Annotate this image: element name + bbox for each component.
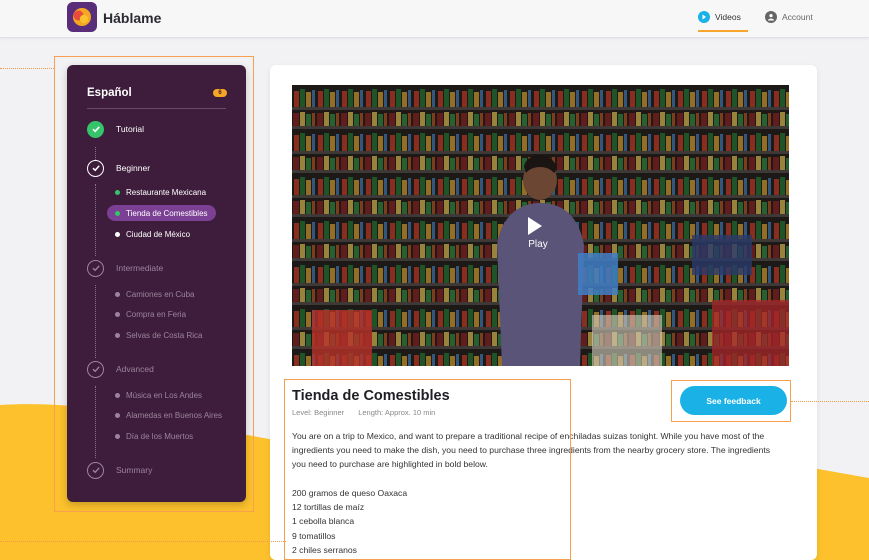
ingredient-item: 200 gramos de queso Oaxaca: [292, 488, 408, 498]
lesson-item-label: Selvas de Costa Rica: [126, 330, 203, 340]
top-navigation-bar: Háblame Videos Account: [0, 0, 869, 38]
incomplete-dot-icon: [115, 231, 120, 237]
lesson-item-label: Compra en Feria: [126, 309, 187, 319]
check-circle-icon: [87, 461, 104, 479]
step-label: Intermediate: [116, 263, 164, 273]
annotation-leader-line: [791, 401, 869, 402]
lesson-video-player[interactable]: Play: [292, 85, 789, 366]
check-circle-icon: [87, 120, 104, 138]
step-label: Advanced: [116, 364, 154, 374]
lesson-item-label: Camiones en Cuba: [126, 289, 195, 299]
lesson-description: You are on a trip to Mexico, and want to…: [292, 431, 771, 469]
lesson-item-label: Música en Los Andes: [126, 390, 203, 400]
ingredient-list: 200 gramos de queso Oaxaca 12 tortillas …: [292, 486, 407, 557]
step-advanced[interactable]: Advanced: [87, 360, 154, 378]
lesson-item[interactable]: Música en Los Andes: [107, 387, 210, 403]
nav-account-label: Account: [782, 12, 813, 22]
ingredient-item: 2 chiles serranos: [292, 544, 357, 555]
step-beginner[interactable]: Beginner: [87, 159, 150, 177]
locked-dot-icon: [115, 412, 120, 418]
lesson-item[interactable]: Día de los Muertos: [107, 428, 201, 444]
step-summary[interactable]: Summary: [87, 461, 152, 479]
step-connector: [95, 285, 96, 358]
course-progress-sidebar: Español 6 Tutorial Beginner Restaurante …: [67, 65, 246, 502]
step-label: Beginner: [116, 163, 151, 173]
locked-dot-icon: [115, 433, 120, 439]
step-label: Summary: [116, 465, 153, 475]
ingredient-item: 12 tortillas de maíz: [292, 502, 365, 513]
nav-videos[interactable]: Videos: [698, 10, 741, 24]
check-circle-icon: [87, 360, 104, 378]
app-logo[interactable]: [67, 2, 97, 32]
annotation-leader-line: [0, 68, 54, 69]
lesson-item[interactable]: Selvas de Costa Rica: [107, 327, 210, 343]
active-tab-indicator: [698, 30, 748, 32]
play-label: Play: [528, 239, 548, 250]
lesson-level: Level: Beginner: [292, 408, 345, 417]
step-label: Tutorial: [116, 124, 145, 134]
locked-dot-icon: [115, 392, 120, 398]
step-connector: [95, 184, 96, 256]
user-icon: [765, 11, 777, 23]
streak-badge: 6: [213, 89, 227, 97]
complete-dot-icon: [115, 210, 120, 216]
play-icon[interactable]: [528, 217, 542, 235]
locked-dot-icon: [115, 311, 120, 317]
nav-videos-label: Videos: [715, 12, 741, 22]
lesson-item[interactable]: Camiones en Cuba: [107, 286, 202, 302]
nav-account[interactable]: Account: [765, 10, 813, 24]
course-language-title: Español: [87, 87, 132, 99]
play-circle-icon: [698, 11, 710, 23]
lesson-item[interactable]: Ciudad de México: [107, 226, 198, 242]
lesson-item[interactable]: Compra en Feria: [107, 306, 194, 322]
lesson-item-label: Ciudad de México: [126, 229, 191, 239]
lesson-item-active[interactable]: Tienda de Comestibles: [107, 205, 216, 221]
step-connector: [95, 386, 96, 458]
lesson-meta: Level: Beginner Length: Approx. 10 min: [292, 408, 435, 417]
complete-dot-icon: [115, 189, 120, 195]
lesson-item-label: Día de los Muertos: [126, 431, 194, 441]
lesson-title: Tienda de Comestibles: [292, 388, 450, 404]
see-feedback-button[interactable]: See feedback: [680, 386, 787, 415]
lesson-item[interactable]: Restaurante Mexicana: [107, 184, 214, 200]
step-intermediate[interactable]: Intermediate: [87, 259, 163, 277]
app-name: Háblame: [103, 10, 162, 26]
lesson-item-label: Restaurante Mexicana: [126, 187, 207, 197]
lesson-item-label: Tienda de Comestibles: [126, 208, 208, 218]
annotation-leader-line: [0, 541, 286, 542]
step-tutorial[interactable]: Tutorial: [87, 120, 144, 138]
check-circle-icon: [87, 159, 104, 177]
ingredient-item: 9 tomatillos: [292, 530, 336, 541]
ingredient-item: 1 cebolla blanca: [292, 516, 355, 527]
lesson-length: Length: Approx. 10 min: [358, 408, 436, 417]
lesson-item[interactable]: Alamedas en Buenos Aires: [107, 407, 230, 423]
sidebar-divider: [87, 108, 226, 109]
check-circle-icon: [87, 259, 104, 277]
locked-dot-icon: [115, 332, 120, 338]
locked-dot-icon: [115, 291, 120, 297]
lesson-item-label: Alamedas en Buenos Aires: [126, 410, 223, 420]
